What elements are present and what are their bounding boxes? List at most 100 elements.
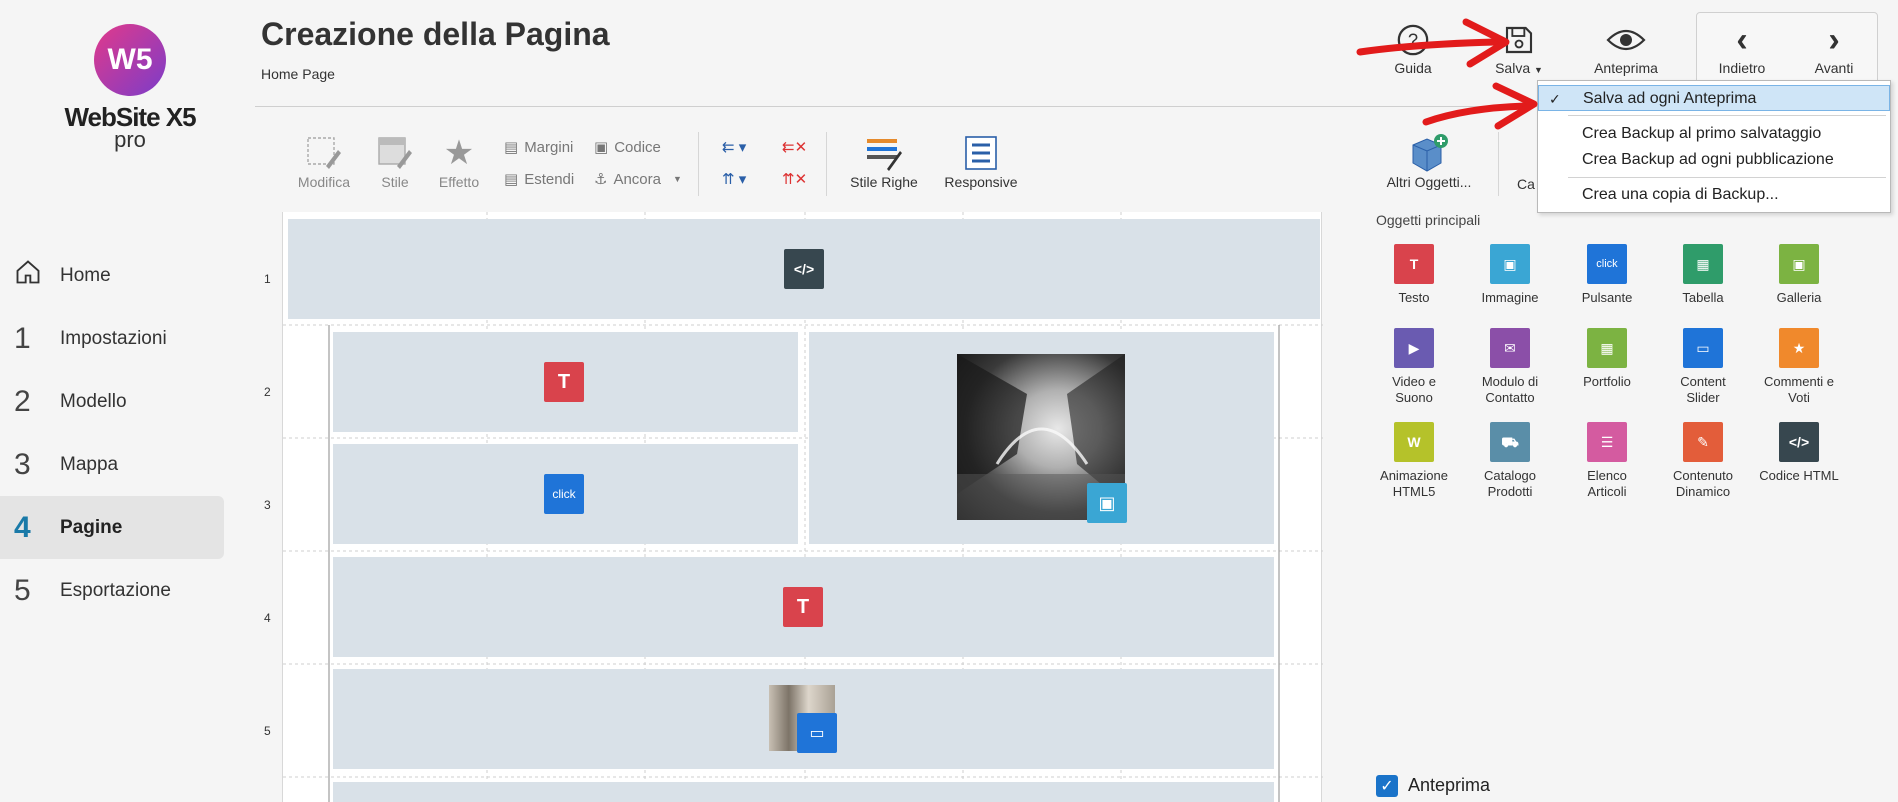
object-gallery[interactable]: ▣ Galleria <box>1751 244 1847 306</box>
sidebar-item-impostazioni[interactable]: 1 Impostazioni <box>0 307 224 370</box>
object-code[interactable]: </> Codice HTML <box>1751 422 1847 484</box>
back-button[interactable]: ‹ Indietro <box>1706 20 1778 77</box>
text-icon: T <box>783 587 823 627</box>
menu-item-backup-each-publish[interactable]: Crea Backup ad ogni pubblicazione <box>1538 147 1890 173</box>
grid-cell-text-2[interactable]: T <box>333 557 1274 657</box>
object-button[interactable]: click Pulsante <box>1559 244 1655 306</box>
row-number: 1 <box>264 272 271 286</box>
row-style-button[interactable]: Stile Righe <box>846 132 922 190</box>
sidebar-item-label: Mappa <box>60 453 119 475</box>
menu-item-save-on-preview[interactable]: ✓ Salva ad ogni Anteprima <box>1538 85 1890 111</box>
delete-column-icon: ⇈✕ <box>782 171 808 188</box>
sidebar-item-label: Pagine <box>60 516 123 538</box>
logo-mark: W5 <box>94 24 166 96</box>
object-mail[interactable]: ✉ Modulo di Contatto <box>1462 328 1558 406</box>
object-label: Animazione HTML5 <box>1380 468 1448 499</box>
insert-row-above-button[interactable]: ⇇ ▾ <box>722 138 746 156</box>
row-style-icon <box>846 132 922 174</box>
insert-column-button[interactable]: ⇈ ▾ <box>722 170 746 188</box>
menu-item-backup-copy[interactable]: Crea una copia di Backup... <box>1538 182 1890 208</box>
object-text[interactable]: T Testo <box>1366 244 1462 306</box>
sidebar-item-label: Modello <box>60 390 127 412</box>
code-label: Codice <box>614 138 661 156</box>
table-icon: ▦ <box>1683 244 1723 284</box>
image-icon: ▣ <box>1087 483 1127 523</box>
menu-item-label: Salva ad ogni Anteprima <box>1583 90 1757 107</box>
preview-checkbox[interactable]: ✓ <box>1376 775 1398 797</box>
code-icon: ▣ <box>594 139 609 156</box>
object-label: Pulsante <box>1581 290 1633 305</box>
delete-row-button[interactable]: ⇇✕ <box>782 138 807 156</box>
gallery-icon: ▣ <box>1779 244 1819 284</box>
style-button[interactable]: Stile <box>372 132 418 190</box>
more-objects-label: Altri Oggetti... <box>1386 174 1472 190</box>
step-number: 4 <box>14 510 31 544</box>
category-button[interactable]: Ca <box>1516 176 1536 192</box>
edit-button[interactable]: Modifica <box>292 132 356 190</box>
button-icon: click <box>544 474 584 514</box>
responsive-button[interactable]: Responsive <box>940 132 1022 190</box>
object-table[interactable]: ▦ Tabella <box>1655 244 1751 306</box>
row-number: 3 <box>264 498 271 512</box>
object-dynamic[interactable]: ✎ Contenuto Dinamico <box>1655 422 1751 500</box>
grid-cell-partial[interactable] <box>333 782 1274 802</box>
sidebar-item-mappa[interactable]: 3 Mappa <box>0 433 224 496</box>
grid-cell-button[interactable]: click <box>333 444 798 544</box>
effect-button[interactable]: ★ Effetto <box>434 132 484 190</box>
list-icon: ☰ <box>1587 422 1627 462</box>
object-cart[interactable]: ⛟ Catalogo Prodotti <box>1462 422 1558 500</box>
chevron-down-icon: ▼ <box>672 174 682 184</box>
preview-button[interactable]: Anteprima <box>1586 20 1666 76</box>
object-label: Catalogo Prodotti <box>1483 468 1537 499</box>
edit-label: Modifica <box>297 174 351 190</box>
menu-divider <box>1568 115 1886 116</box>
object-label: Portfolio <box>1583 374 1631 389</box>
anchor-label: Ancora <box>613 170 661 188</box>
object-label: Codice HTML <box>1759 468 1839 483</box>
responsive-icon <box>940 132 1022 174</box>
sidebar-nav: Home 1 Impostazioni 2 Modello 3 Mappa 4 … <box>0 244 224 622</box>
object-animation[interactable]: W Animazione HTML5 <box>1366 422 1462 500</box>
menu-item-backup-first-save[interactable]: Crea Backup al primo salvataggio <box>1538 121 1890 147</box>
grid-cell-image[interactable]: ▣ <box>809 332 1274 544</box>
grid-cell-slider[interactable]: ▭ <box>333 669 1274 769</box>
row-style-label: Stile Righe <box>850 174 918 190</box>
sidebar-item-modello[interactable]: 2 Modello <box>0 370 224 433</box>
sidebar-item-pagine[interactable]: 4 Pagine <box>0 496 224 559</box>
preview-label: Anteprima <box>1594 60 1658 76</box>
object-label: Content Slider <box>1680 374 1726 405</box>
insert-column-icon: ⇈ ▾ <box>722 171 747 188</box>
check-icon: ✓ <box>1380 778 1394 795</box>
sidebar-item-label: Impostazioni <box>60 327 167 349</box>
more-objects-button[interactable]: Altri Oggetti... <box>1382 132 1476 190</box>
menu-item-label: Crea Backup al primo salvataggio <box>1582 125 1822 142</box>
extend-button[interactable]: ▤ Estendi <box>504 170 574 189</box>
delete-column-button[interactable]: ⇈✕ <box>782 170 807 188</box>
grid-cell-text[interactable]: T <box>333 332 798 432</box>
code-icon: </> <box>784 249 824 289</box>
extend-icon: ▤ <box>504 171 519 188</box>
object-label: Contenuto Dinamico <box>1673 468 1733 499</box>
row-number: 2 <box>264 385 271 399</box>
insert-row-icon: ⇇ ▾ <box>722 139 747 156</box>
object-portfolio[interactable]: ▦ Portfolio <box>1559 328 1655 390</box>
object-slider[interactable]: ▭ Content Slider <box>1655 328 1751 406</box>
margins-button[interactable]: ▤ Margini <box>504 138 573 157</box>
sidebar-item-esportazione[interactable]: 5 Esportazione <box>0 559 224 622</box>
object-image[interactable]: ▣ Immagine <box>1462 244 1558 306</box>
annotation-arrows <box>1356 18 1538 130</box>
anchor-icon: ⚓ <box>594 171 608 188</box>
code-button[interactable]: ▣ Codice <box>594 138 661 157</box>
grid-cell-html[interactable]: </> <box>288 219 1320 319</box>
object-video[interactable]: ▶ Video e Suono <box>1366 328 1462 406</box>
portfolio-icon: ▦ <box>1587 328 1627 368</box>
object-star[interactable]: ★ Commenti e Voti <box>1751 328 1847 406</box>
check-icon: ✓ <box>1549 91 1561 107</box>
dynamic-icon: ✎ <box>1683 422 1723 462</box>
main-objects-title: Oggetti principali <box>1376 212 1481 228</box>
sidebar-item-home[interactable]: Home <box>0 244 224 307</box>
forward-button[interactable]: › Avanti <box>1798 20 1870 77</box>
step-number: 1 <box>14 321 31 355</box>
object-list[interactable]: ☰ Elenco Articoli <box>1559 422 1655 500</box>
anchor-button[interactable]: ⚓ Ancora ▼ <box>594 170 682 189</box>
